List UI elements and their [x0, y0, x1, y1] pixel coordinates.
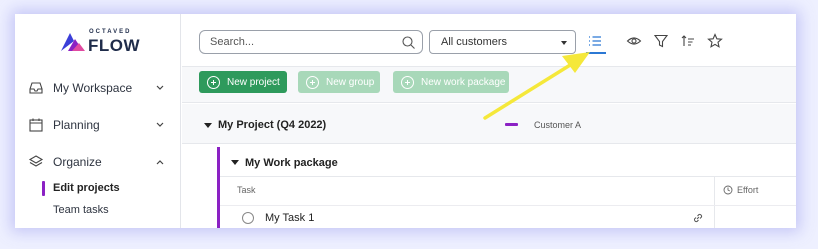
action-bar: New project New group New work package [182, 67, 796, 103]
customer-name: Customer A [534, 120, 582, 130]
clock-icon [723, 185, 733, 195]
new-work-package-label: New work package [421, 76, 506, 88]
app-window: OCTAVED FLOW My Workspace Planning Organ… [15, 14, 796, 228]
sidebar: OCTAVED FLOW My Workspace Planning Organ… [15, 14, 181, 228]
customer-color-bar [505, 123, 518, 126]
plus-circle-icon [306, 75, 319, 89]
search-icon[interactable] [401, 35, 416, 50]
project-title: My Project (Q4 2022) [218, 119, 327, 131]
sort-icon[interactable] [680, 33, 696, 49]
sidebar-item-organize[interactable]: Organize [15, 150, 181, 174]
logo: OCTAVED FLOW [59, 29, 141, 55]
sidebar-item-label: My Workspace [53, 81, 133, 95]
search-input[interactable]: Search... [199, 30, 423, 54]
chevron-down-icon [156, 85, 164, 90]
customer-select-value: All customers [441, 36, 508, 48]
work-package-header[interactable]: My Work package [220, 147, 796, 177]
logo-top-text: OCTAVED [89, 29, 132, 35]
sidebar-item-planning[interactable]: Planning [15, 113, 181, 137]
task-complete-radio[interactable] [242, 212, 254, 224]
work-package: My Work package Task Effort My Task 1 [217, 147, 796, 228]
calendar-icon [29, 118, 43, 132]
plus-circle-icon [207, 75, 220, 89]
caret-down-icon [561, 41, 567, 45]
search-placeholder: Search... [210, 36, 255, 48]
link-icon[interactable] [691, 211, 705, 225]
new-group-label: New group [326, 76, 375, 88]
inbox-icon [29, 82, 43, 94]
active-view-underline [586, 52, 606, 54]
new-project-label: New project [227, 76, 280, 88]
plus-circle-icon [401, 75, 414, 89]
collapse-triangle-icon[interactable] [204, 123, 212, 128]
logo-mark-icon [61, 33, 85, 51]
toolbar: Search... All customers [182, 14, 796, 67]
sidebar-item-label: Planning [53, 118, 100, 132]
chevron-down-icon [156, 122, 164, 127]
new-project-button[interactable]: New project [199, 71, 287, 93]
sidebar-item-my-workspace[interactable]: My Workspace [15, 76, 181, 100]
list-icon[interactable] [587, 33, 603, 49]
project-row[interactable]: My Project (Q4 2022) Customer A [182, 104, 796, 144]
eye-icon[interactable] [626, 33, 642, 49]
new-group-button[interactable]: New group [298, 71, 380, 93]
sidebar-subitem-team-tasks[interactable]: Team tasks [53, 204, 109, 216]
collapse-triangle-icon[interactable] [231, 160, 239, 165]
new-work-package-button[interactable]: New work package [393, 71, 509, 93]
sidebar-subitem-edit-projects[interactable]: Edit projects [53, 182, 120, 194]
customer-select[interactable]: All customers [429, 30, 576, 54]
filter-icon[interactable] [653, 33, 669, 49]
table-row[interactable]: My Task 1 [220, 205, 796, 228]
chevron-up-icon [156, 160, 164, 165]
sidebar-item-label: Organize [53, 155, 102, 169]
layers-icon [28, 155, 44, 167]
column-header-task: Task [237, 185, 256, 195]
star-icon[interactable] [707, 33, 723, 49]
task-name[interactable]: My Task 1 [265, 212, 314, 224]
logo-main-text: FLOW [88, 36, 141, 55]
active-indicator [42, 181, 45, 196]
work-package-title: My Work package [245, 157, 338, 169]
column-header-effort: Effort [737, 185, 759, 195]
